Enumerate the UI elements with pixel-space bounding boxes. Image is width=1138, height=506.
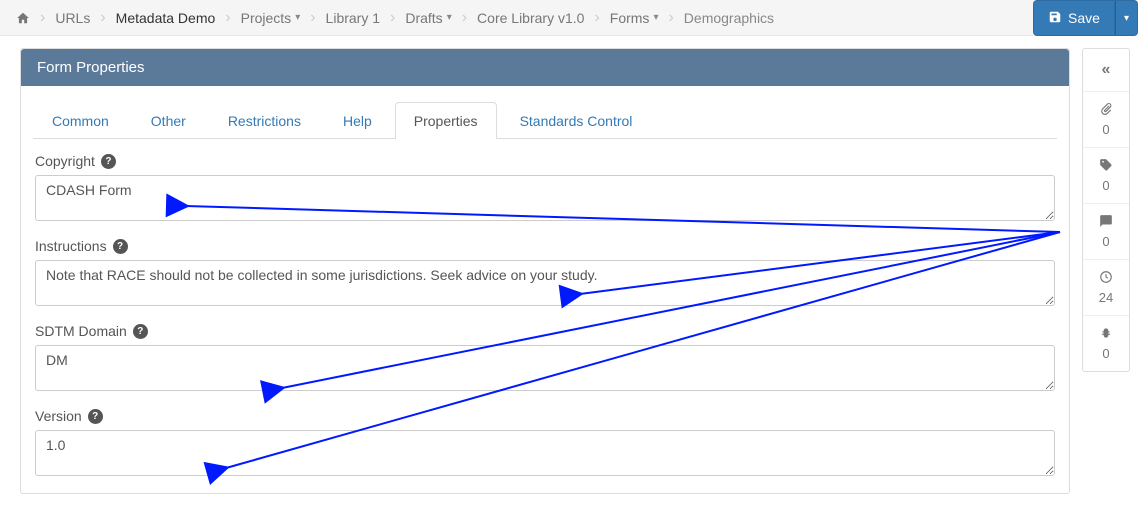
version-input[interactable]: [35, 430, 1055, 476]
help-icon[interactable]: ?: [133, 324, 148, 339]
save-button-label: Save: [1068, 10, 1100, 26]
caret-down-icon: ▾: [653, 12, 658, 23]
panel-body: Common Other Restrictions Help Propertie…: [21, 86, 1069, 479]
caret-down-icon: ▾: [1124, 13, 1129, 24]
breadcrumb-sep: ›: [388, 9, 397, 27]
sidebar-collapse[interactable]: «: [1083, 49, 1129, 92]
sidebar-count: 0: [1102, 122, 1109, 137]
tab-common[interactable]: Common: [33, 102, 128, 139]
tab-other[interactable]: Other: [132, 102, 205, 139]
panel-title: Form Properties: [21, 49, 1069, 86]
crumb-current: Demographics: [678, 10, 780, 26]
paperclip-icon: [1099, 102, 1113, 118]
main: Form Properties Common Other Restriction…: [0, 36, 1138, 494]
topbar: › URLs › Metadata Demo › Projects▾ › Lib…: [0, 0, 1138, 36]
crumb-urls[interactable]: URLs: [49, 10, 96, 26]
tag-icon: [1099, 158, 1113, 174]
save-icon: [1048, 10, 1062, 27]
breadcrumb-sep: ›: [460, 9, 469, 27]
save-dropdown-button[interactable]: ▾: [1115, 0, 1138, 36]
field-instructions: Instructions ?: [33, 238, 1057, 309]
copyright-input[interactable]: [35, 175, 1055, 221]
instructions-label: Instructions ?: [35, 238, 1055, 254]
sidebar-count: 24: [1099, 290, 1113, 305]
crumb-forms[interactable]: Forms▾: [604, 10, 665, 26]
caret-down-icon: ▾: [295, 12, 300, 23]
sidebar-count: 0: [1102, 234, 1109, 249]
sidebar-tags[interactable]: 0: [1083, 148, 1129, 204]
sidebar-count: 0: [1102, 178, 1109, 193]
field-version: Version ?: [33, 408, 1057, 479]
instructions-input[interactable]: [35, 260, 1055, 306]
breadcrumb-sep: ›: [666, 9, 675, 27]
comments-icon: [1099, 214, 1113, 230]
help-icon[interactable]: ?: [88, 409, 103, 424]
tab-standards[interactable]: Standards Control: [501, 102, 652, 139]
sidebar-count: 0: [1102, 346, 1109, 361]
sdtm-label-text: SDTM Domain: [35, 323, 127, 339]
sidebar-attachments[interactable]: 0: [1083, 92, 1129, 148]
breadcrumb-sep: ›: [98, 9, 107, 27]
breadcrumb: › URLs › Metadata Demo › Projects▾ › Lib…: [0, 0, 1033, 36]
tab-help[interactable]: Help: [324, 102, 391, 139]
save-button[interactable]: Save: [1033, 0, 1115, 36]
caret-down-icon: ▾: [447, 12, 452, 23]
clock-icon: [1099, 270, 1113, 286]
sidebar-bugs[interactable]: 0: [1083, 316, 1129, 371]
breadcrumb-sep: ›: [592, 9, 601, 27]
help-icon[interactable]: ?: [101, 154, 116, 169]
copyright-label: Copyright ?: [35, 153, 1055, 169]
crumb-forms-label: Forms: [610, 10, 650, 26]
field-copyright: Copyright ?: [33, 153, 1057, 224]
tabs: Common Other Restrictions Help Propertie…: [33, 102, 1057, 139]
copyright-label-text: Copyright: [35, 153, 95, 169]
crumb-drafts[interactable]: Drafts ▾: [399, 10, 457, 26]
chevron-left-double-icon: «: [1102, 61, 1111, 79]
sdtm-input[interactable]: [35, 345, 1055, 391]
crumb-core-library[interactable]: Core Library v1.0: [471, 10, 590, 26]
sidebar-comments[interactable]: 0: [1083, 204, 1129, 260]
breadcrumb-sep: ›: [308, 9, 317, 27]
right-sidebar: « 0 0 0 24: [1082, 48, 1130, 372]
home-icon[interactable]: [10, 11, 36, 25]
instructions-label-text: Instructions: [35, 238, 107, 254]
tab-restrictions[interactable]: Restrictions: [209, 102, 320, 139]
save-button-group: Save ▾: [1033, 0, 1138, 36]
version-label: Version ?: [35, 408, 1055, 424]
crumb-drafts-label: Drafts: [405, 10, 442, 26]
crumb-projects-label: Projects: [241, 10, 292, 26]
crumb-projects[interactable]: Projects▾: [235, 10, 307, 26]
breadcrumb-sep: ›: [223, 9, 232, 27]
version-label-text: Version: [35, 408, 82, 424]
crumb-metadata-demo[interactable]: Metadata Demo: [110, 10, 222, 26]
field-sdtm-domain: SDTM Domain ?: [33, 323, 1057, 394]
tab-properties[interactable]: Properties: [395, 102, 497, 139]
sdtm-label: SDTM Domain ?: [35, 323, 1055, 339]
form-properties-panel: Form Properties Common Other Restriction…: [20, 48, 1070, 494]
breadcrumb-sep: ›: [38, 9, 47, 27]
bug-icon: [1099, 326, 1113, 342]
help-icon[interactable]: ?: [113, 239, 128, 254]
crumb-library[interactable]: Library 1: [320, 10, 386, 26]
sidebar-history[interactable]: 24: [1083, 260, 1129, 316]
